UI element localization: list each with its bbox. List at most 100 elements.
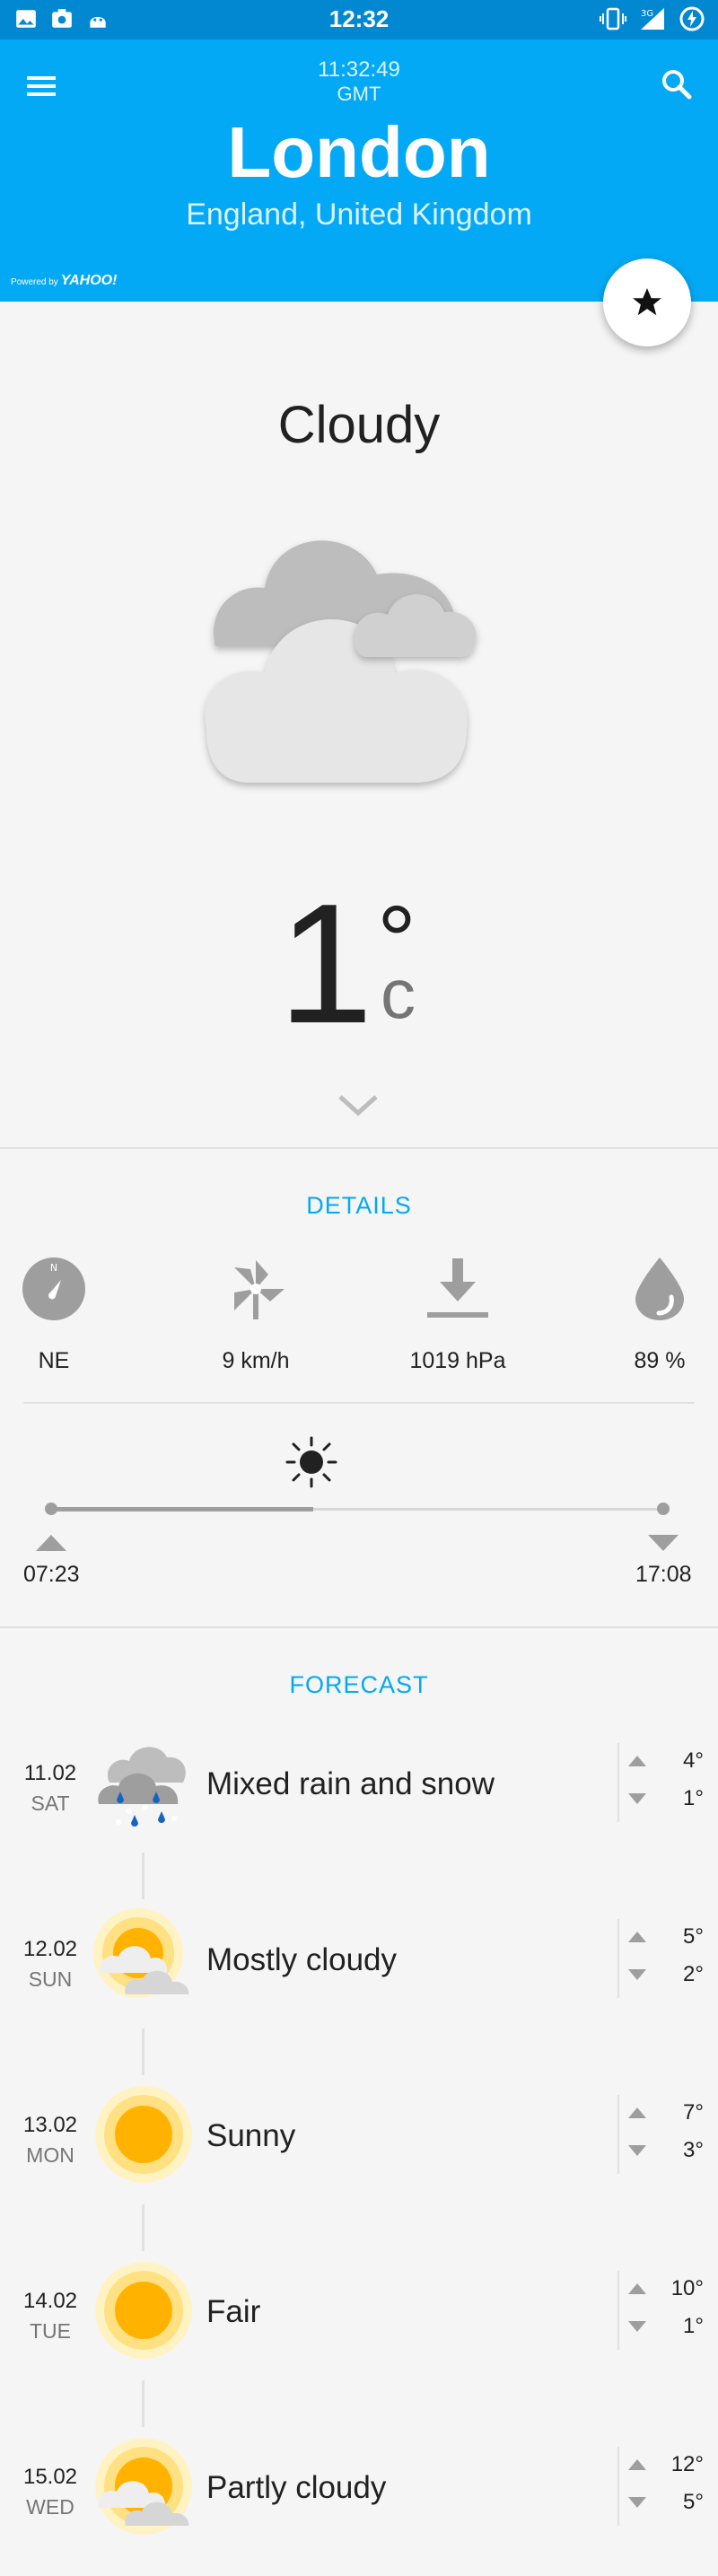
- vibrate-icon: [600, 7, 626, 31]
- forecast-date: 12.02: [22, 1937, 78, 1961]
- forecast-high: 10°: [628, 2276, 704, 2301]
- forecast-condition: Mixed rain and snow: [206, 1766, 495, 1801]
- forecast-low: 2°: [628, 1962, 704, 1987]
- section-divider: [0, 1147, 718, 1149]
- sun-position-icon: [285, 1436, 337, 1488]
- daylight-progress: [50, 1507, 314, 1511]
- location-header: 11:32:49 GMT London England, United King…: [0, 39, 718, 302]
- forecast-low-value: 5°: [683, 2490, 704, 2514]
- humidity-drop-icon: [635, 1257, 684, 1320]
- signal-3g-icon: 3G: [641, 8, 664, 30]
- star-icon: [633, 288, 661, 316]
- forecast-title: FORECAST: [289, 1671, 429, 1698]
- powered-by-yahoo[interactable]: Powered by YAHOO!: [11, 273, 117, 289]
- windmill-icon: [234, 1260, 285, 1319]
- city-name: London: [227, 112, 491, 192]
- forecast-high: 5°: [628, 1924, 704, 1950]
- chevron-down-icon[interactable]: [337, 1093, 379, 1117]
- svg-text:3G: 3G: [641, 9, 653, 19]
- forecast-condition: Sunny: [206, 2118, 296, 2153]
- mostly-cloudy-icon: [93, 1908, 194, 2009]
- arrow-down-icon: [628, 2497, 646, 2508]
- section-divider: [0, 1626, 718, 1628]
- favorite-button[interactable]: [603, 258, 691, 346]
- forecast-low: 5°: [628, 2490, 704, 2515]
- sunset-dot: [657, 1503, 670, 1515]
- pressure-icon: [427, 1258, 488, 1318]
- compass-icon: N: [22, 1257, 85, 1320]
- forecast-separator: [617, 1919, 619, 1998]
- forecast-low: 3°: [628, 2138, 704, 2163]
- forecast-high-value: 4°: [683, 1748, 704, 1773]
- forecast-separator: [617, 2447, 619, 2526]
- forecast-condition: Fair: [206, 2294, 261, 2329]
- arrow-up-icon: [628, 1756, 646, 1766]
- sunny-icon: [93, 2084, 194, 2185]
- forecast-date-block: 13.02 MON: [0, 2113, 101, 2168]
- forecast-connector: [142, 1853, 144, 1899]
- forecast-condition: Partly cloudy: [206, 2470, 387, 2505]
- sunset-arrow-icon: [648, 1535, 679, 1551]
- pressure: 1019 hPa: [386, 1253, 530, 1374]
- forecast-date-block: 12.02 SUN: [0, 1937, 101, 1992]
- forecast-high-value: 12°: [670, 2452, 704, 2476]
- forecast-connector: [142, 2204, 144, 2251]
- status-bar: 12:32 3G: [0, 0, 718, 39]
- sunrise-time: 07:23: [23, 1562, 80, 1587]
- forecast-row[interactable]: 15.02 WED Partly cloudy 12° 5°: [0, 2436, 718, 2571]
- forecast-date: 11.02: [23, 1761, 77, 1785]
- forecast-weekday: MON: [26, 2143, 74, 2167]
- arrow-up-icon: [628, 2459, 646, 2470]
- wind-speed-value: 9 km/h: [222, 1348, 290, 1373]
- local-time: 11:32:49: [318, 57, 400, 82]
- compass-north-label: N: [50, 1262, 57, 1274]
- arrow-down-icon: [628, 1793, 646, 1804]
- arrow-up-icon: [628, 1932, 646, 1942]
- details-title: DETAILS: [306, 1192, 412, 1219]
- humidity-value: 89 %: [634, 1348, 686, 1373]
- forecast-date: 15.02: [22, 2465, 78, 2489]
- forecast-weekday: TUE: [30, 2319, 71, 2343]
- forecast-date: 14.02: [22, 2289, 78, 2313]
- forecast-separator: [617, 2095, 619, 2174]
- forecast-date: 13.02: [22, 2113, 78, 2137]
- forecast-low: 1°: [628, 1786, 704, 1811]
- forecast-high-value: 7°: [683, 2100, 704, 2125]
- forecast-row[interactable]: 13.02 MON Sunny 7° 3°: [0, 2084, 718, 2219]
- forecast-row[interactable]: 14.02 TUE Fair 10° 1°: [0, 2260, 718, 2395]
- forecast-separator: [617, 1743, 619, 1822]
- system-icons: 3G: [600, 5, 705, 32]
- forecast-low: 1°: [628, 2314, 704, 2339]
- forecast-connector: [142, 2028, 144, 2075]
- details-inner-divider: [23, 1402, 695, 1404]
- timezone: GMT: [337, 83, 381, 105]
- wind-direction-value: NE: [38, 1348, 70, 1373]
- yahoo-logo: YAHOO!: [60, 273, 118, 288]
- wind-direction: N NE: [0, 1253, 126, 1374]
- forecast-high-value: 5°: [683, 1924, 704, 1949]
- arrow-down-icon: [628, 1969, 646, 1980]
- forecast-weekday: WED: [26, 2495, 74, 2519]
- forecast-date-block: 11.02 SAT: [0, 1761, 101, 1816]
- sunrise-arrow-icon: [36, 1535, 66, 1551]
- partly-cloudy-icon: [93, 2436, 194, 2537]
- forecast-low-value: 2°: [683, 1962, 704, 1986]
- forecast-date-block: 15.02 WED: [0, 2465, 101, 2519]
- forecast-row[interactable]: 11.02 SAT Mixed rain and snow 4° 1°: [0, 1732, 718, 1867]
- battery-charging-icon: [679, 6, 705, 31]
- forecast-high-value: 10°: [670, 2276, 704, 2300]
- forecast-low-value: 1°: [683, 2314, 704, 2338]
- current-temperature: 1: [278, 869, 373, 1059]
- region-name: England, United Kingdom: [186, 197, 532, 232]
- forecast-low-value: 3°: [683, 2138, 704, 2162]
- forecast-date-block: 14.02 TUE: [0, 2289, 101, 2344]
- sunrise-dot: [45, 1503, 57, 1515]
- pressure-value: 1019 hPa: [409, 1348, 506, 1373]
- search-icon[interactable]: [659, 66, 695, 102]
- forecast-condition: Mostly cloudy: [206, 1942, 398, 1977]
- forecast-separator: [617, 2271, 619, 2350]
- arrow-down-icon: [628, 2321, 646, 2332]
- arrow-up-icon: [628, 2107, 646, 2118]
- forecast-row[interactable]: 12.02 SUN Mostly cloudy 5° 2°: [0, 1908, 718, 2043]
- cloudy-icon: [205, 540, 477, 783]
